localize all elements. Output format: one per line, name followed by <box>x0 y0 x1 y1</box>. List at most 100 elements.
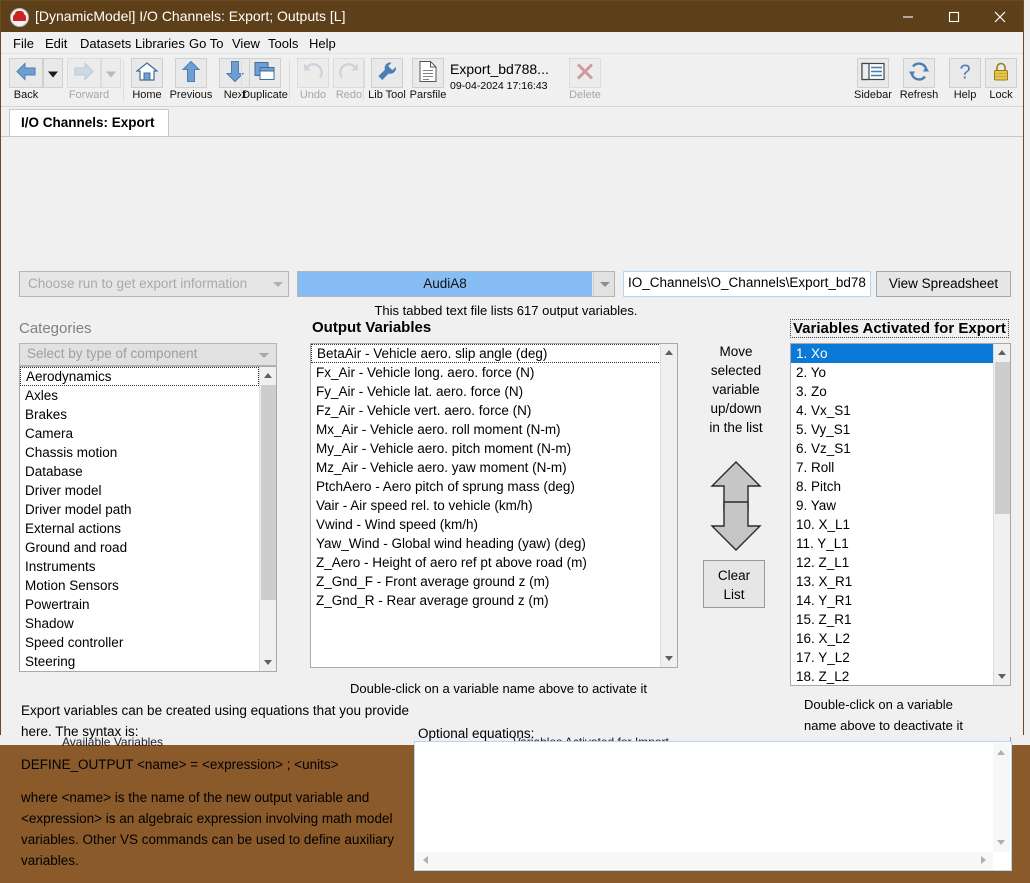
menu-go-to[interactable]: Go To <box>184 35 228 52</box>
category-item[interactable]: Driver model <box>20 481 259 500</box>
scroll-down-arrow-icon[interactable] <box>661 652 677 667</box>
activated-variable-item[interactable]: 17. Y_L2 <box>791 648 993 667</box>
activated-variable-item[interactable]: 13. X_R1 <box>791 572 993 591</box>
forward-button[interactable]: Forward <box>67 58 121 102</box>
export-path-input[interactable]: IO_Channels\O_Channels\Export_bd78 <box>623 271 871 297</box>
menu-edit[interactable]: Edit <box>40 35 72 52</box>
scroll-up-arrow-icon[interactable] <box>997 750 1005 755</box>
activated-variable-item[interactable]: 7. Roll <box>791 458 993 477</box>
activated-variable-item[interactable]: 3. Zo <box>791 382 993 401</box>
activated-scrollbar[interactable] <box>993 344 1010 685</box>
menu-view[interactable]: View <box>227 35 265 52</box>
categories-type-selector[interactable]: Select by type of component <box>19 343 277 366</box>
output-variable-item[interactable]: Mz_Air - Vehicle aero. yaw moment (N-m) <box>311 458 661 477</box>
back-button[interactable]: Back <box>9 58 63 102</box>
activated-variable-item[interactable]: 1. Xo <box>791 344 993 363</box>
category-item[interactable]: Motion Sensors <box>20 576 259 595</box>
activated-variable-item[interactable]: 10. X_L1 <box>791 515 993 534</box>
activated-variable-item[interactable]: 6. Vz_S1 <box>791 439 993 458</box>
scroll-down-arrow-icon[interactable] <box>260 654 276 671</box>
output-variable-item[interactable]: Z_Gnd_F - Front average ground z (m) <box>311 572 661 591</box>
category-item[interactable]: Axles <box>20 386 259 405</box>
scrollbar-thumb[interactable] <box>995 362 1010 514</box>
category-item[interactable]: Shadow <box>20 614 259 633</box>
category-item[interactable]: Camera <box>20 424 259 443</box>
activated-variable-item[interactable]: 9. Yaw <box>791 496 993 515</box>
category-item[interactable]: Instruments <box>20 557 259 576</box>
activated-variable-item[interactable]: 16. X_L2 <box>791 629 993 648</box>
categories-listbox[interactable]: Aerodynamics Axles Brakes Camera Chassis mot… <box>19 366 277 672</box>
delete-button[interactable]: Delete <box>563 58 607 102</box>
menu-help[interactable]: Help <box>304 35 341 52</box>
scroll-down-arrow-icon[interactable] <box>997 840 1005 845</box>
activated-variable-item[interactable]: 14. Y_R1 <box>791 591 993 610</box>
output-variable-item[interactable]: Vwind - Wind speed (km/h) <box>311 515 661 534</box>
output-variable-item[interactable]: PtchAero - Aero pitch of sprung mass (de… <box>311 477 661 496</box>
optional-equations-text[interactable] <box>419 746 991 850</box>
lock-button[interactable]: Lock <box>979 58 1023 102</box>
scroll-up-arrow-icon[interactable] <box>994 344 1010 361</box>
output-variable-item[interactable]: Mx_Air - Vehicle aero. roll moment (N-m) <box>311 420 661 439</box>
activated-variable-item[interactable]: 11. Y_L1 <box>791 534 993 553</box>
menu-tools[interactable]: Tools <box>263 35 303 52</box>
category-item[interactable]: Speed controller <box>20 633 259 652</box>
scroll-up-arrow-icon[interactable] <box>260 367 276 384</box>
chevron-down-icon[interactable] <box>593 272 614 296</box>
menu-file[interactable]: File <box>8 35 39 52</box>
optional-equations-editor[interactable] <box>414 741 1012 871</box>
output-variable-item[interactable]: Vair - Air speed rel. to vehicle (km/h) <box>311 496 661 515</box>
scrollbar-thumb[interactable] <box>261 385 276 600</box>
refresh-button[interactable]: Refresh <box>897 58 941 102</box>
category-item[interactable]: Brakes <box>20 405 259 424</box>
output-variables-scrollbar[interactable] <box>660 344 677 667</box>
output-variable-item[interactable]: Z_Aero - Height of aero ref pt above roa… <box>311 553 661 572</box>
output-variable-item[interactable]: My_Air - Vehicle aero. pitch moment (N-m… <box>311 439 661 458</box>
maximize-button[interactable] <box>931 1 977 32</box>
view-spreadsheet-button[interactable]: View Spreadsheet <box>876 271 1011 297</box>
equations-vertical-scrollbar[interactable] <box>993 743 1010 852</box>
activated-variable-item[interactable]: 18. Z_L2 <box>791 667 993 685</box>
scroll-down-arrow-icon[interactable] <box>994 668 1010 685</box>
output-variable-item[interactable]: Yaw_Wind - Global wind heading (yaw) (de… <box>311 534 661 553</box>
output-variable-item[interactable]: Z_Gnd_R - Rear average ground z (m) <box>311 591 661 610</box>
activated-variable-item[interactable]: 15. Z_R1 <box>791 610 993 629</box>
output-variable-item[interactable]: Fz_Air - Vehicle vert. aero. force (N) <box>311 401 661 420</box>
move-down-arrow-icon[interactable] <box>708 500 764 552</box>
categories-scrollbar[interactable] <box>259 367 276 671</box>
category-item[interactable]: Database <box>20 462 259 481</box>
activated-title: Variables Activated for Export <box>790 319 1009 338</box>
activated-variable-item[interactable]: 5. Vy_S1 <box>791 420 993 439</box>
scroll-right-arrow-icon[interactable] <box>981 856 986 864</box>
category-item[interactable]: External actions <box>20 519 259 538</box>
dataset-combo[interactable]: AudiA8 <box>297 271 615 297</box>
equations-horizontal-scrollbar[interactable] <box>416 852 993 869</box>
minimize-button[interactable] <box>885 1 931 32</box>
parsfile-button[interactable]: Parsfile <box>406 58 450 102</box>
menu-datasets[interactable]: Datasets <box>75 35 136 52</box>
category-item[interactable]: Driver model path <box>20 500 259 519</box>
category-item[interactable]: Powertrain <box>20 595 259 614</box>
duplicate-button[interactable]: Duplicate <box>242 58 288 102</box>
output-variable-item[interactable]: BetaAir - Vehicle aero. slip angle (deg) <box>311 344 661 363</box>
output-variable-item[interactable]: Fx_Air - Vehicle long. aero. force (N) <box>311 363 661 382</box>
sidebar-button[interactable]: Sidebar <box>851 58 895 102</box>
close-button[interactable] <box>977 1 1023 32</box>
activated-variable-item[interactable]: 12. Z_L1 <box>791 553 993 572</box>
previous-button[interactable]: Previous <box>169 58 213 102</box>
category-item[interactable]: Steering <box>20 652 259 671</box>
category-item[interactable]: Chassis motion <box>20 443 259 462</box>
activated-variable-item[interactable]: 8. Pitch <box>791 477 993 496</box>
scroll-left-arrow-icon[interactable] <box>423 856 428 864</box>
output-variable-item[interactable]: Fy_Air - Vehicle lat. aero. force (N) <box>311 382 661 401</box>
run-selector-combo[interactable]: Choose run to get export information <box>19 271 289 297</box>
category-item[interactable]: Ground and road <box>20 538 259 557</box>
scroll-up-arrow-icon[interactable] <box>661 344 677 359</box>
activated-variable-item[interactable]: 4. Vx_S1 <box>791 401 993 420</box>
activated-variable-item[interactable]: 2. Yo <box>791 363 993 382</box>
output-variables-listbox[interactable]: BetaAir - Vehicle aero. slip angle (deg)… <box>310 343 678 668</box>
activated-listbox[interactable]: 1. Xo 2. Yo 3. Zo 4. Vx_S1 5. Vy_S1 6. Vz_S1 7… <box>790 343 1011 686</box>
menu-libraries[interactable]: Libraries <box>130 35 190 52</box>
category-item[interactable]: Aerodynamics <box>20 367 259 386</box>
clear-list-button[interactable]: Clear List <box>703 560 765 608</box>
tab-io-channels-export[interactable]: I/O Channels: Export <box>9 109 169 136</box>
